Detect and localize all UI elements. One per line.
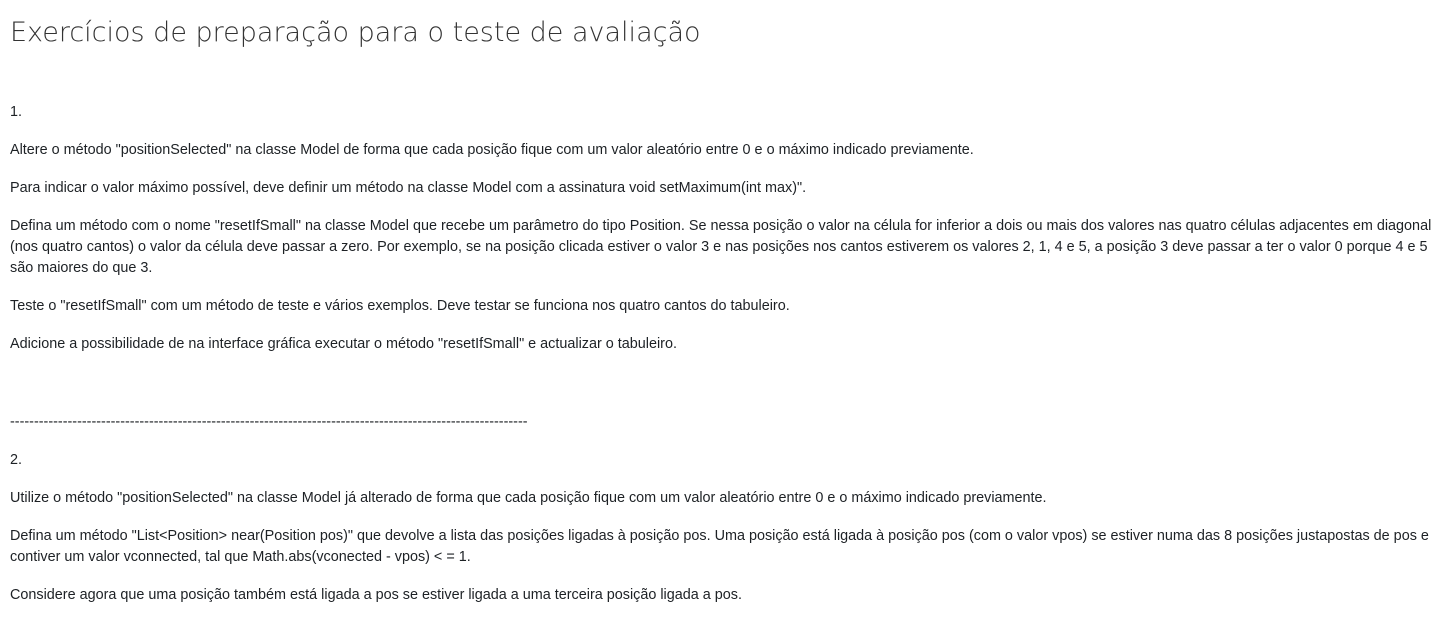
section-1-paragraph-3: Defina um método com o nome "resetIfSmal…: [10, 218, 1432, 276]
section-divider: ----------------------------------------…: [10, 414, 528, 430]
section-1-number: 1.: [10, 104, 23, 120]
page-content: Exercícios de preparação para o teste de…: [10, 0, 1440, 623]
section-2-paragraph-2: Defina um método "List<Position> near(Po…: [10, 528, 1429, 565]
page-title: Exercícios de preparação para o teste de…: [10, 17, 701, 48]
section-2-paragraph-3: Considere agora que uma posição também e…: [10, 587, 742, 603]
section-2-paragraph-1: Utilize o método "positionSelected" na c…: [10, 490, 1047, 506]
exercise-content: 1. Altere o método "positionSelected" na…: [10, 102, 1440, 606]
section-1-paragraph-4: Teste o "resetIfSmall" com um método de …: [10, 298, 790, 314]
section-2-number: 2.: [10, 452, 23, 468]
section-1-paragraph-2: Para indicar o valor máximo possível, de…: [10, 180, 807, 196]
section-1-paragraph-1: Altere o método "positionSelected" na cl…: [10, 142, 974, 158]
section-1-paragraph-5: Adicione a possibilidade de na interface…: [10, 336, 677, 352]
